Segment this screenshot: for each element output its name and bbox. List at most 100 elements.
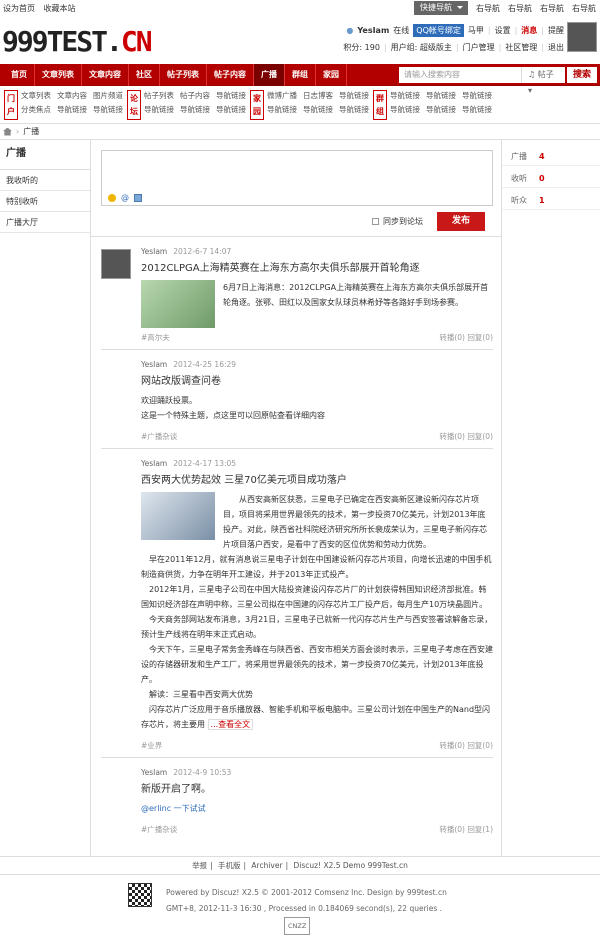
subnav-link[interactable]: 导航链接 xyxy=(267,104,297,115)
subnav-link[interactable]: 文章内容 xyxy=(57,90,87,101)
subnav-link[interactable]: 导航链接 xyxy=(426,90,456,101)
stats-badge[interactable]: CNZZ xyxy=(284,917,311,935)
subnav-link[interactable]: 导航链接 xyxy=(144,104,174,115)
forward-link[interactable]: 转播(0) xyxy=(439,741,465,750)
home-icon[interactable] xyxy=(3,127,12,136)
subnav-link[interactable]: 导航链接 xyxy=(180,104,210,115)
nav-item-community[interactable]: 社区 xyxy=(129,63,160,86)
subnav-link[interactable]: 导航链接 xyxy=(57,104,87,115)
subnav-link[interactable]: 日志博客 xyxy=(303,90,333,101)
feed-user[interactable]: YesIam xyxy=(141,360,167,369)
forward-link[interactable]: 转播(0) xyxy=(439,825,465,834)
username-link[interactable]: YesIam xyxy=(357,26,389,35)
reply-link[interactable]: 回复(0) xyxy=(467,432,493,441)
feed-user[interactable]: YesIam xyxy=(141,459,167,468)
subnav-link[interactable]: 导航链接 xyxy=(339,104,369,115)
credit-link[interactable]: 积分: 190 xyxy=(343,42,380,53)
stat-followers[interactable]: 听众 1 xyxy=(502,192,600,210)
nav-item-home-space[interactable]: 家园 xyxy=(316,63,347,86)
feed-title[interactable]: 西安两大优势起效 三星70亿美元项目成功落户 xyxy=(141,471,493,486)
footer-link-mobile[interactable]: 手机版 xyxy=(218,861,241,870)
search-type-select[interactable]: ♫ 帖子 ▾ xyxy=(520,66,565,95)
subnav-link[interactable]: 微博广播 xyxy=(267,90,297,101)
subnav-link[interactable]: 导航链接 xyxy=(93,104,123,115)
sync-checkbox[interactable] xyxy=(372,217,379,225)
settings-link[interactable]: 设置 xyxy=(495,25,511,36)
feed-tag[interactable]: #业界 xyxy=(141,740,162,751)
feed-title[interactable]: 2012CLPGA上海精英赛在上海东方高尔夫俱乐部展开首轮角逐 xyxy=(141,259,493,274)
subnav-link[interactable]: 导航链接 xyxy=(462,104,492,115)
subnav-link[interactable]: 分类焦点 xyxy=(21,104,51,115)
subnav-link[interactable]: 导航链接 xyxy=(339,90,369,101)
broadcast-textarea[interactable]: @ xyxy=(101,150,493,206)
nav-item-article-content[interactable]: 文章内容 xyxy=(82,63,129,86)
emoji-icon[interactable] xyxy=(108,194,116,202)
feed-tag[interactable]: #广播杂谈 xyxy=(141,431,177,442)
footer-link-report[interactable]: 举报 xyxy=(192,861,207,870)
nav-item-article-list[interactable]: 文章列表 xyxy=(35,63,82,86)
nav-item-thread-content[interactable]: 帖子内容 xyxy=(207,63,254,86)
feed-title[interactable]: 新版开启了啊。 xyxy=(141,780,493,795)
sidebar-item-special[interactable]: 特别收听 xyxy=(0,191,90,212)
subnav-link[interactable]: 导航链接 xyxy=(390,90,420,101)
sidebar-item-hall[interactable]: 广播大厅 xyxy=(0,212,90,233)
subnav-link[interactable]: 图片频道 xyxy=(93,90,123,101)
avatar[interactable] xyxy=(101,249,131,279)
reply-link[interactable]: 回复(0) xyxy=(467,333,493,342)
feed-tag[interactable]: #广播杂谈 xyxy=(141,824,177,835)
subnav-link[interactable]: 导航链接 xyxy=(426,104,456,115)
forward-link[interactable]: 转播(0) xyxy=(439,432,465,441)
vest-link[interactable]: 马甲 xyxy=(468,25,484,36)
right-nav-link[interactable]: 右导航 xyxy=(476,3,500,14)
subnav-link[interactable]: 帖子内容 xyxy=(180,90,210,101)
messages-link[interactable]: 消息 xyxy=(521,25,537,36)
sidebar-item-following[interactable]: 我收听的 xyxy=(0,170,90,191)
image-icon[interactable] xyxy=(134,194,142,202)
set-home-link[interactable]: 设为首页 xyxy=(3,4,35,13)
feed-user[interactable]: YesIam xyxy=(141,768,167,777)
notices-link[interactable]: 提醒 xyxy=(548,25,564,36)
read-more-link[interactable]: ...查看全文 xyxy=(207,719,254,730)
feed-title[interactable]: 网站改版调查问卷 xyxy=(141,372,493,387)
avatar[interactable] xyxy=(567,22,597,52)
quick-nav-button[interactable]: 快捷导航 xyxy=(414,1,468,15)
qq-bind-button[interactable]: QQ帐号绑定 xyxy=(413,24,464,37)
breadcrumb-current[interactable]: 广播 xyxy=(23,126,39,137)
portal-admin-link[interactable]: 门户管理 xyxy=(463,42,495,53)
forward-link[interactable]: 转播(0) xyxy=(439,333,465,342)
bookmark-link[interactable]: 收藏本站 xyxy=(44,4,76,13)
reply-link[interactable]: 回复(1) xyxy=(467,825,493,834)
site-logo[interactable]: 999TEST.CN xyxy=(2,25,153,59)
nav-item-group[interactable]: 群组 xyxy=(285,63,316,86)
feed-text[interactable]: 这是一个特殊主题，点这里可以回原帖查看详细内容 xyxy=(141,408,493,423)
subnav-link[interactable]: 导航链接 xyxy=(216,90,246,101)
nav-item-broadcast[interactable]: 广播 xyxy=(254,63,285,86)
nav-item-home[interactable]: 首页 xyxy=(4,63,35,86)
footer-link-archiver[interactable]: Archiver xyxy=(251,861,282,870)
feed-thumbnail[interactable] xyxy=(141,280,215,328)
stat-broadcast[interactable]: 广播 4 xyxy=(502,148,600,166)
logout-link[interactable]: 退出 xyxy=(548,42,564,53)
subnav-link[interactable]: 导航链接 xyxy=(216,104,246,115)
forum-admin-link[interactable]: 社区管理 xyxy=(505,42,537,53)
search-input[interactable]: 请输入搜索内容 xyxy=(398,66,521,83)
feed-tag[interactable]: #高尔夫 xyxy=(141,332,170,343)
publish-button[interactable]: 发布 xyxy=(437,211,485,231)
right-nav-link[interactable]: 右导航 xyxy=(572,3,596,14)
right-nav-link[interactable]: 右导航 xyxy=(508,3,532,14)
search-button[interactable]: 搜索 xyxy=(566,66,597,83)
feed-thumbnail[interactable] xyxy=(141,492,215,540)
user-group-link[interactable]: 用户组: 超级版主 xyxy=(391,42,452,53)
at-icon[interactable]: @ xyxy=(121,194,129,202)
stat-following[interactable]: 收听 0 xyxy=(502,170,600,188)
feed-user[interactable]: YesIam xyxy=(141,247,167,256)
subnav-link[interactable]: 导航链接 xyxy=(390,104,420,115)
reply-link[interactable]: 回复(0) xyxy=(467,741,493,750)
subnav-link[interactable]: 导航链接 xyxy=(462,90,492,101)
nav-item-thread-list[interactable]: 帖子列表 xyxy=(160,63,207,86)
footer-link-site[interactable]: Discuz! X2.5 Demo 999Test.cn xyxy=(293,861,407,870)
subnav-link[interactable]: 帖子列表 xyxy=(144,90,174,101)
subnav-link[interactable]: 导航链接 xyxy=(303,104,333,115)
subnav-link[interactable]: 文章列表 xyxy=(21,90,51,101)
right-nav-link[interactable]: 右导航 xyxy=(540,3,564,14)
